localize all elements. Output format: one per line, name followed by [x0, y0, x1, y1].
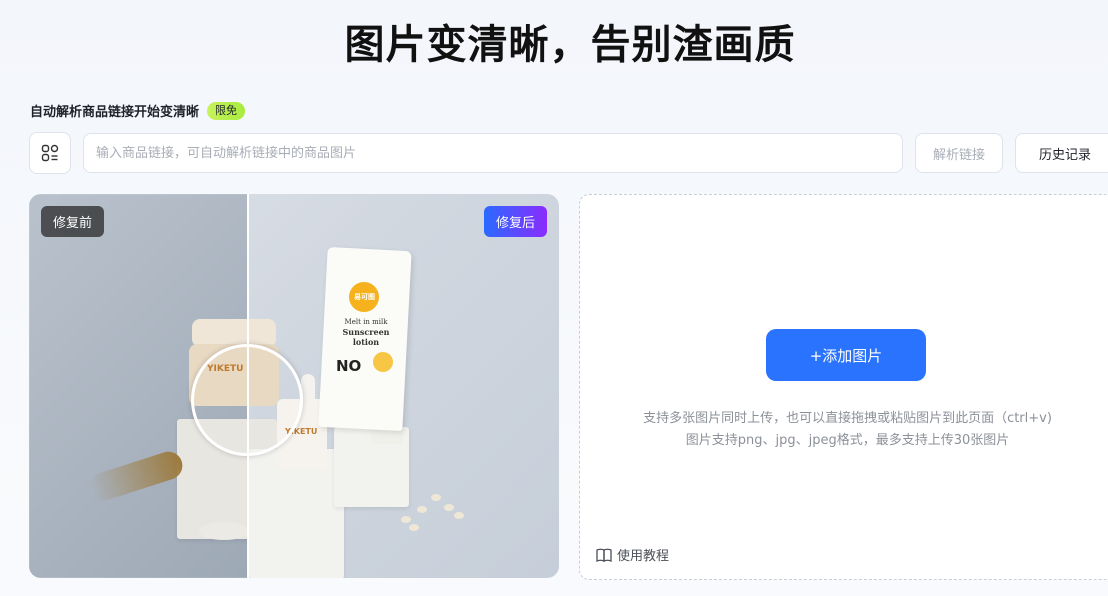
- tube-line1: Melt in milk: [344, 318, 388, 326]
- bean: [431, 494, 441, 501]
- bean: [454, 512, 464, 519]
- subtitle-text: 自动解析商品链接开始变清晰: [30, 105, 200, 120]
- add-image-button[interactable]: +添加图片: [766, 329, 926, 381]
- bean: [409, 524, 419, 531]
- tutorial-link[interactable]: 使用教程: [596, 545, 669, 564]
- cream-jar-lid: [192, 319, 276, 347]
- upload-hint-line1: 支持多张图片同时上传，也可以直接拖拽或粘贴图片到此页面（ctrl+v): [643, 411, 1052, 426]
- book-icon: [596, 548, 612, 562]
- dropper-cap: [301, 374, 315, 402]
- upload-hint-line2: 图片支持png、jpg、jpeg格式，最多支持上传30张图片: [685, 433, 1010, 448]
- bean: [401, 516, 411, 523]
- tube-sun-icon: [373, 352, 393, 372]
- rice-pile: [199, 522, 249, 540]
- product-link-input[interactable]: [83, 133, 903, 173]
- parse-link-button[interactable]: 解析链接: [915, 133, 1003, 173]
- after-label: 修复后: [483, 206, 547, 237]
- free-badge: 限免: [207, 101, 246, 120]
- compare-divider[interactable]: [247, 194, 249, 578]
- tube-brand: 易可图: [354, 293, 375, 301]
- bean: [444, 504, 454, 511]
- tube-line2: Sunscreen lotion: [342, 327, 390, 347]
- upload-dropzone[interactable]: +添加图片 支持多张图片同时上传，也可以直接拖拽或粘贴图片到此页面（ctrl+v…: [579, 194, 1108, 580]
- bean: [417, 506, 427, 513]
- tutorial-label: 使用教程: [617, 549, 670, 564]
- before-label: 修复前: [41, 206, 105, 237]
- before-after-demo: YIKETU YIKETU 易可图 Melt in milk Sunscreen…: [29, 194, 559, 578]
- scan-icon: [41, 144, 59, 162]
- link-parse-subtitle: 自动解析商品链接开始变清晰 限免: [30, 101, 246, 120]
- history-button[interactable]: 历史记录: [1015, 133, 1108, 173]
- page-title: 图片变清晰，告别渣画质: [344, 22, 796, 68]
- scan-button[interactable]: [29, 132, 71, 174]
- tube-no-mark: NO: [336, 357, 362, 375]
